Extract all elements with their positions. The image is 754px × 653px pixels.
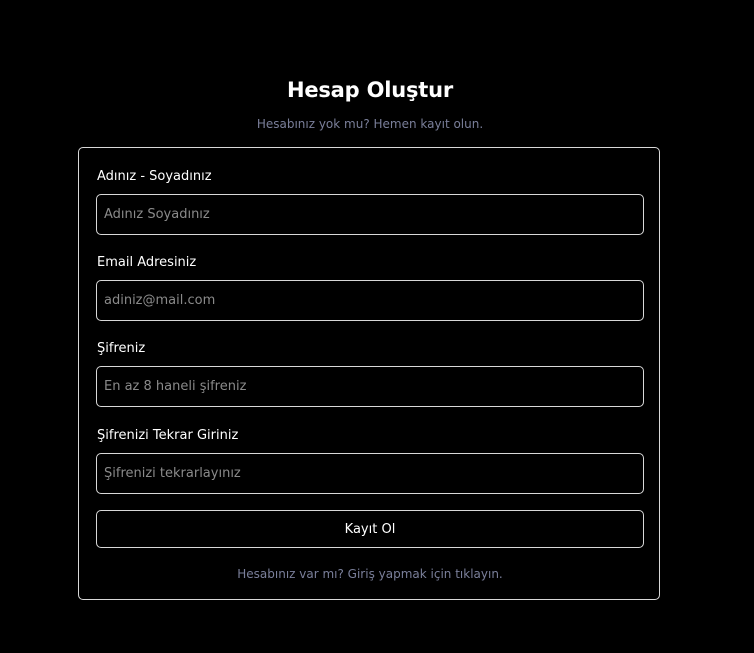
register-button[interactable]: Kayıt Ol <box>96 510 644 548</box>
register-page: Hesap Oluştur Hesabınız yok mu? Hemen ka… <box>0 0 754 653</box>
page-title: Hesap Oluştur <box>286 78 454 102</box>
page-subtitle: Hesabınız yok mu? Hemen kayıt olun. <box>256 117 484 131</box>
password-input[interactable] <box>96 366 644 407</box>
login-link[interactable]: Hesabınız var mı? Giriş yapmak için tıkl… <box>79 567 661 581</box>
full-name-label: Adınız - Soyadınız <box>97 169 212 184</box>
password-confirm-input[interactable] <box>96 453 644 494</box>
password-confirm-label: Şifrenizi Tekrar Giriniz <box>97 428 239 443</box>
password-label: Şifreniz <box>97 341 146 356</box>
email-label: Email Adresiniz <box>97 255 197 270</box>
register-form: Adınız - Soyadınız Email Adresiniz Şifre… <box>78 147 660 600</box>
full-name-input[interactable] <box>96 194 644 235</box>
email-input[interactable] <box>96 280 644 321</box>
